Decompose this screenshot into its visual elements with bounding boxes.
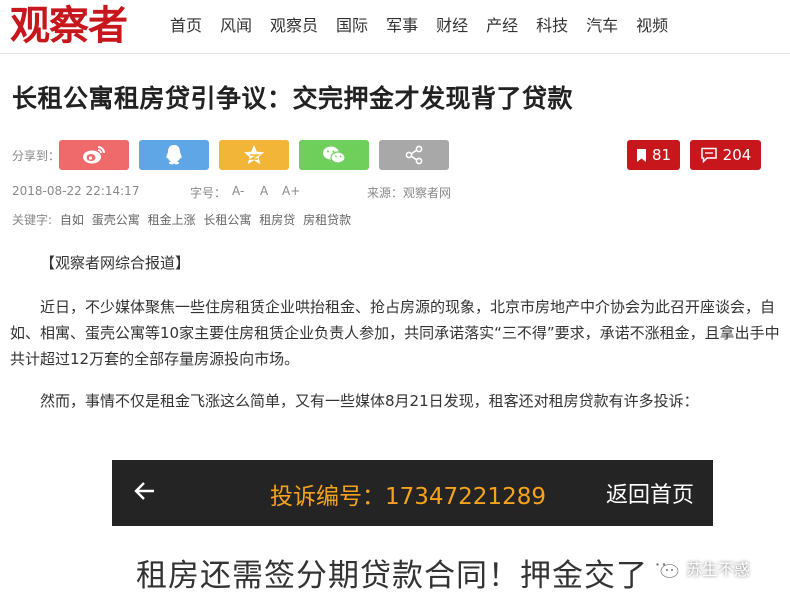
keywords-label: 关键字:	[12, 213, 53, 227]
bookmark-count: 81	[651, 146, 672, 164]
embedded-headline: 租房还需签分期贷款合同！押金交了	[136, 558, 648, 594]
share-label: 分享到：	[12, 149, 61, 163]
nav-item-tech[interactable]: 科技	[536, 14, 568, 38]
keyword-link[interactable]: 长租公寓	[203, 213, 251, 227]
nav-item-international[interactable]: 国际	[336, 14, 368, 38]
font-size-label: 字号：	[190, 186, 227, 200]
comment-icon	[700, 147, 717, 163]
keyword-link[interactable]: 租金上涨	[148, 213, 196, 227]
bookmark-button[interactable]: 81	[627, 140, 680, 170]
nav-item-auto[interactable]: 汽车	[586, 14, 618, 38]
article-title: 长租公寓租房贷引争议：交完押金才发现背了贷款	[12, 84, 574, 113]
article-paragraph: 近日，不少媒体聚焦一些住房租赁企业哄抬租金、抢占房源的现象，北京市房地产中介协会…	[10, 298, 780, 368]
share-qzone-button[interactable]	[219, 140, 289, 170]
keyword-link[interactable]: 房租贷款	[303, 213, 351, 227]
nav-item-industry[interactable]: 产经	[486, 14, 518, 38]
embedded-screenshot-bar: 投诉编号：17347221289 返回首页	[112, 460, 713, 526]
font-size-medium-button[interactable]: A	[260, 184, 268, 198]
nav-item-video[interactable]: 视频	[636, 14, 668, 38]
share-bar: 分享到： 81 204	[0, 140, 790, 170]
nav-item-home[interactable]: 首页	[170, 14, 202, 38]
watermark-text: 苏生不惑	[686, 560, 751, 579]
return-home-label: 返回首页	[606, 483, 695, 508]
keywords-row: 关键字: 自如 蛋壳公寓 租金上涨 长租公寓 租房贷 房租贷款	[12, 211, 351, 228]
keyword-link[interactable]: 租房贷	[259, 213, 295, 227]
comment-button[interactable]: 204	[690, 140, 761, 170]
nav-item-military[interactable]: 军事	[386, 14, 418, 38]
share-weibo-button[interactable]	[59, 140, 129, 170]
main-nav: 首页 风闻 观察员 国际 军事 财经 产经 科技 汽车 视频	[170, 14, 686, 38]
keyword-link[interactable]: 蛋壳公寓	[92, 213, 140, 227]
nav-item-finance[interactable]: 财经	[436, 14, 468, 38]
article-paragraph: 【观察者网综合报道】	[40, 254, 191, 272]
back-arrow-icon	[134, 482, 154, 500]
complaint-number: 投诉编号：17347221289	[270, 484, 546, 510]
bookmark-icon	[636, 148, 646, 162]
watermark: 苏生不惑	[650, 556, 750, 580]
share-more-button[interactable]	[379, 140, 449, 170]
publish-datetime: 2018-08-22 22:14:17	[12, 184, 140, 198]
share-qq-button[interactable]	[139, 140, 209, 170]
font-size-large-button[interactable]: A+	[282, 184, 300, 198]
wechat-watermark-icon	[651, 558, 679, 578]
qq-icon	[166, 145, 182, 165]
article-paragraph: 然而，事情不仅是租金飞涨这么简单，又有一些媒体8月21日发现，租客还对租房贷款有…	[40, 392, 699, 410]
keyword-link[interactable]: 自如	[60, 213, 84, 227]
share-wechat-button[interactable]	[299, 140, 369, 170]
site-header: 观察者 首页 风闻 观察员 国际 军事 财经 产经 科技 汽车 视频	[0, 0, 790, 54]
share-more-icon	[405, 145, 423, 165]
article-source: 来源：观察者网	[367, 186, 452, 200]
weibo-icon	[83, 146, 105, 164]
wechat-icon	[323, 146, 346, 164]
comment-count: 204	[722, 146, 752, 164]
nav-item-fengwen[interactable]: 风闻	[220, 14, 252, 38]
site-logo[interactable]: 观察者	[10, 2, 128, 50]
article-body: 【观察者网综合报道】 近日，不少媒体聚焦一些住房租赁企业哄抬租金、抢占房源的现象…	[10, 250, 785, 430]
nav-item-observers[interactable]: 观察员	[270, 14, 318, 38]
font-size-small-button[interactable]: A-	[232, 184, 244, 198]
qzone-star-icon	[244, 145, 264, 165]
